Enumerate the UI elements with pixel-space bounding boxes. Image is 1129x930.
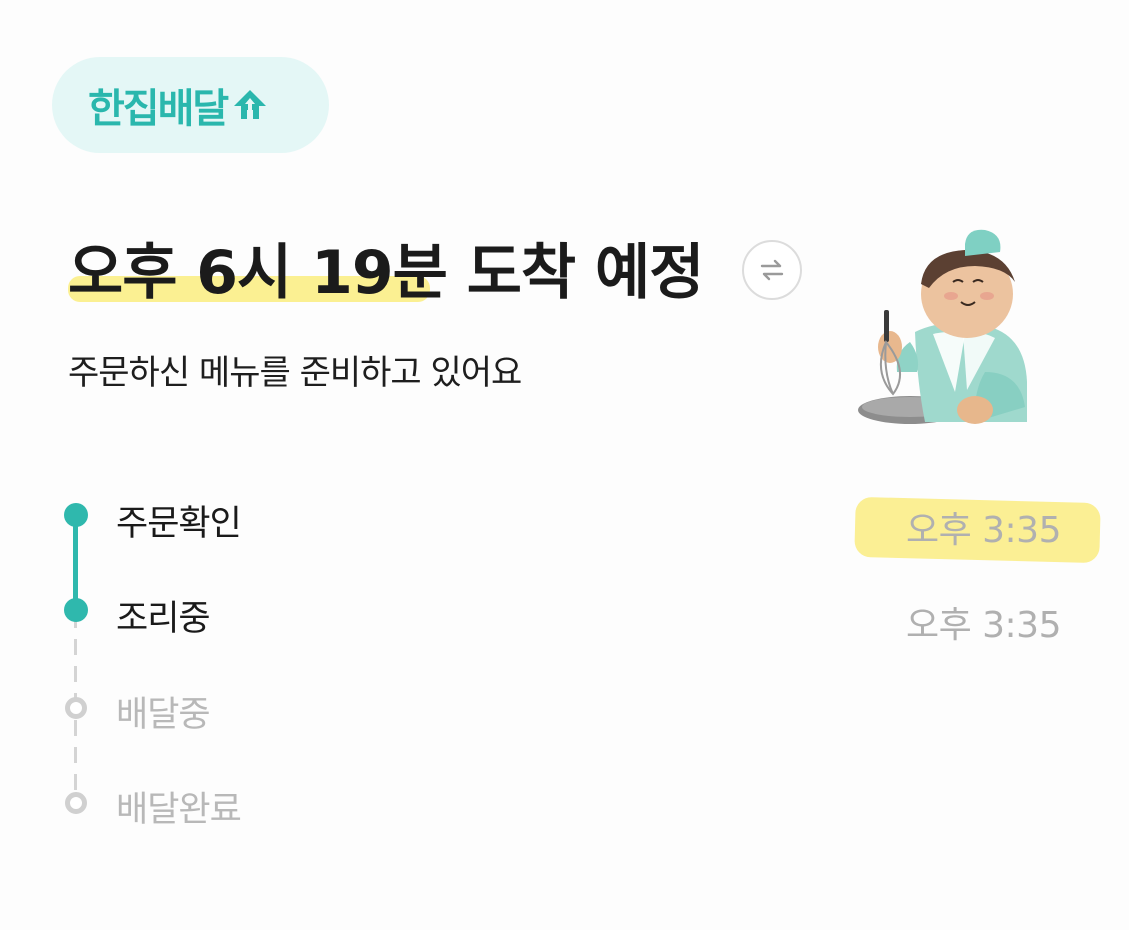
chef-character-illustration: [858, 229, 1027, 424]
step-dot-order-confirmed: [64, 503, 88, 527]
step-dot-cooking: [64, 598, 88, 622]
swap-arrows-icon: [760, 259, 784, 281]
step-time-order-confirmed: 오후 3:35: [905, 510, 1062, 551]
badge-label: 한집배달: [88, 86, 229, 132]
eta-headline-wrap: 오후 6시 19분 도착 예정: [68, 228, 704, 318]
step-dot-delivering: [65, 697, 87, 719]
step-label-cooking: 조리중: [116, 599, 211, 639]
step-dot-delivered: [65, 792, 87, 814]
house-arrow-up-icon: [234, 90, 267, 119]
step-time-cooking: 오후 3:35: [905, 605, 1062, 646]
step-label-delivered: 배달완료: [116, 790, 242, 830]
eta-headline: 오후 6시 19분 도착 예정: [68, 238, 704, 308]
step-label-order-confirmed: 주문확인: [116, 504, 242, 544]
step-label-delivering: 배달중: [116, 695, 211, 735]
eta-switch-button[interactable]: [742, 240, 802, 300]
delivery-type-badge: 한집배달: [52, 57, 329, 153]
order-status-message: 주문하신 메뉴를 준비하고 있어요: [68, 353, 522, 393]
